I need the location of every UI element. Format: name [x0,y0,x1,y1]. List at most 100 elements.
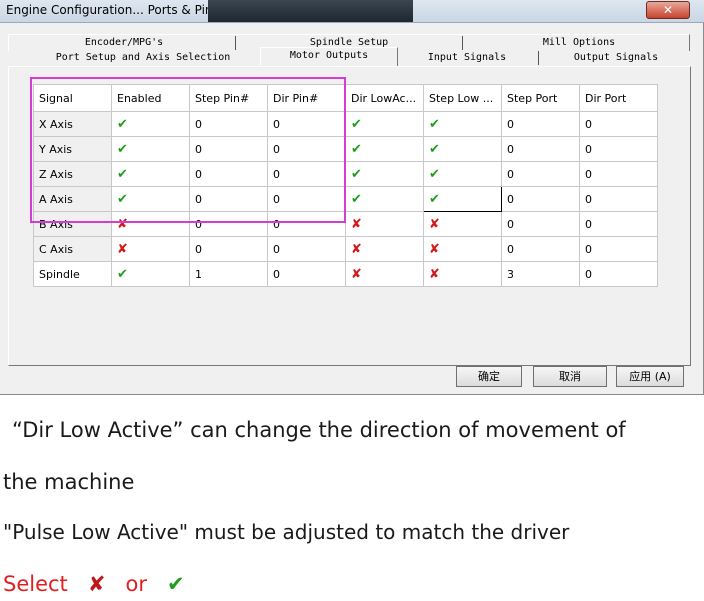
dir-port-cell[interactable]: 0 [579,111,658,137]
step-pin-cell[interactable]: 0 [189,186,268,212]
step-low-cross-icon[interactable]: ✘ [423,236,502,262]
enabled-check-icon[interactable]: ✔ [111,186,190,212]
dir-low-cross-icon[interactable]: ✘ [345,211,424,237]
caption-select-text: Select [3,572,68,596]
step-port-cell[interactable]: 3 [501,261,580,287]
caption-line-3: "Pulse Low Active" must be adjusted to m… [3,520,570,544]
col-header-dir-port[interactable]: Dir Port [579,84,658,112]
step-port-cell[interactable]: 0 [501,186,580,212]
col-header-enabled[interactable]: Enabled [111,84,190,112]
col-header-step-port[interactable]: Step Port [501,84,580,112]
dir-low-check-icon[interactable]: ✔ [345,111,424,137]
step-pin-cell[interactable]: 1 [189,261,268,287]
step-port-cell[interactable]: 0 [501,161,580,187]
tab-port-setup[interactable]: Port Setup and Axis Selection [28,50,258,66]
tab-input-signals[interactable]: Input Signals [408,50,526,66]
step-low-check-icon[interactable]: ✔ [423,161,502,187]
dir-low-cross-icon[interactable]: ✘ [345,261,424,287]
engine-config-window: Engine Configuration... Ports & Pins ✕ E… [0,0,704,395]
cancel-button[interactable]: 取消 [533,366,607,387]
step-pin-cell[interactable]: 0 [189,111,268,137]
row-label[interactable]: B Axis [33,211,112,237]
caption-line-4: Select ✘ or ✔ [3,572,185,596]
close-button[interactable]: ✕ [646,1,690,19]
apply-button-label: 应用 [629,370,652,383]
tab-row-front: Port Setup and Axis Selection Motor Outp… [8,47,688,67]
motor-outputs-grid: Signal Enabled Step Pin# Dir Pin# Dir Lo… [33,84,658,287]
enabled-cross-icon[interactable]: ✘ [111,211,190,237]
table-row: C Axis ✘ 0 0 ✘ ✘ 0 0 [33,236,658,262]
row-label[interactable]: A Axis [33,186,112,212]
col-header-step-pin[interactable]: Step Pin# [189,84,268,112]
dir-port-cell[interactable]: 0 [579,261,658,287]
col-header-dir-pin[interactable]: Dir Pin# [267,84,346,112]
dir-pin-cell[interactable]: 0 [267,161,346,187]
dir-low-check-icon[interactable]: ✔ [345,161,424,187]
enabled-cross-icon[interactable]: ✘ [111,236,190,262]
tab-mill-options[interactable]: Mill Options [509,35,649,51]
step-pin-cell[interactable]: 0 [189,211,268,237]
tab-motor-outputs[interactable]: Motor Outputs [260,47,398,67]
enabled-check-icon[interactable]: ✔ [111,111,190,137]
green-check-icon: ✔ [166,572,185,596]
title-bar[interactable]: Engine Configuration... Ports & Pins ✕ [0,0,704,23]
row-label[interactable]: C Axis [33,236,112,262]
title-bar-glass [208,0,413,22]
caption-line-2: the machine [3,470,135,494]
window-title: Engine Configuration... Ports & Pins [6,3,219,17]
dir-pin-cell[interactable]: 0 [267,186,346,212]
caption-or-text: or [125,572,147,596]
tab-output-signals[interactable]: Output Signals [556,50,676,66]
step-port-cell[interactable]: 0 [501,111,580,137]
dir-low-check-icon[interactable]: ✔ [345,136,424,162]
enabled-check-icon[interactable]: ✔ [111,261,190,287]
dir-low-cross-icon[interactable]: ✘ [345,236,424,262]
table-row: Z Axis ✔ 0 0 ✔ ✔ 0 0 [33,161,658,187]
dir-port-cell[interactable]: 0 [579,136,658,162]
step-port-cell[interactable]: 0 [501,236,580,262]
dir-pin-cell[interactable]: 0 [267,136,346,162]
dir-port-cell[interactable]: 0 [579,236,658,262]
tab-divider [235,36,236,50]
row-label[interactable]: Spindle [33,261,112,287]
step-port-cell[interactable]: 0 [501,136,580,162]
grid-header-row: Signal Enabled Step Pin# Dir Pin# Dir Lo… [33,84,658,112]
row-label[interactable]: Y Axis [33,136,112,162]
step-low-check-icon[interactable]: ✔ [423,186,502,212]
tab-encoder-mpg[interactable]: Encoder/MPG's [49,35,199,51]
caption-line-1: “Dir Low Active” can change the directio… [12,418,626,442]
step-pin-cell[interactable]: 0 [189,136,268,162]
dir-port-cell[interactable]: 0 [579,211,658,237]
step-port-cell[interactable]: 0 [501,211,580,237]
step-pin-cell[interactable]: 0 [189,236,268,262]
tab-divider [538,51,539,65]
dir-port-cell[interactable]: 0 [579,161,658,187]
step-pin-cell[interactable]: 0 [189,161,268,187]
col-header-dir-low-active[interactable]: Dir LowAc... [345,84,424,112]
table-row: B Axis ✘ 0 0 ✘ ✘ 0 0 [33,211,658,237]
dir-pin-cell[interactable]: 0 [267,261,346,287]
col-header-step-low-active[interactable]: Step Low ... [423,84,502,112]
table-row: A Axis ✔ 0 0 ✔ ✔ 0 0 [33,186,658,212]
col-header-signal[interactable]: Signal [33,84,112,112]
apply-button[interactable]: 应用 (A) [616,366,684,387]
ok-button[interactable]: 确定 [456,366,522,387]
dir-pin-cell[interactable]: 0 [267,236,346,262]
enabled-check-icon[interactable]: ✔ [111,136,190,162]
enabled-check-icon[interactable]: ✔ [111,161,190,187]
dir-pin-cell[interactable]: 0 [267,111,346,137]
red-cross-icon: ✘ [87,572,106,596]
step-low-cross-icon[interactable]: ✘ [423,261,502,287]
dir-low-check-icon[interactable]: ✔ [345,186,424,212]
table-row: Spindle ✔ 1 0 ✘ ✘ 3 0 [33,261,658,287]
row-label[interactable]: Z Axis [33,161,112,187]
table-row: X Axis ✔ 0 0 ✔ ✔ 0 0 [33,111,658,137]
row-label[interactable]: X Axis [33,111,112,137]
dir-port-cell[interactable]: 0 [579,186,658,212]
step-low-check-icon[interactable]: ✔ [423,111,502,137]
dir-pin-cell[interactable]: 0 [267,211,346,237]
step-low-cross-icon[interactable]: ✘ [423,211,502,237]
table-row: Y Axis ✔ 0 0 ✔ ✔ 0 0 [33,136,658,162]
apply-button-key: (A) [654,370,671,383]
step-low-check-icon[interactable]: ✔ [423,136,502,162]
